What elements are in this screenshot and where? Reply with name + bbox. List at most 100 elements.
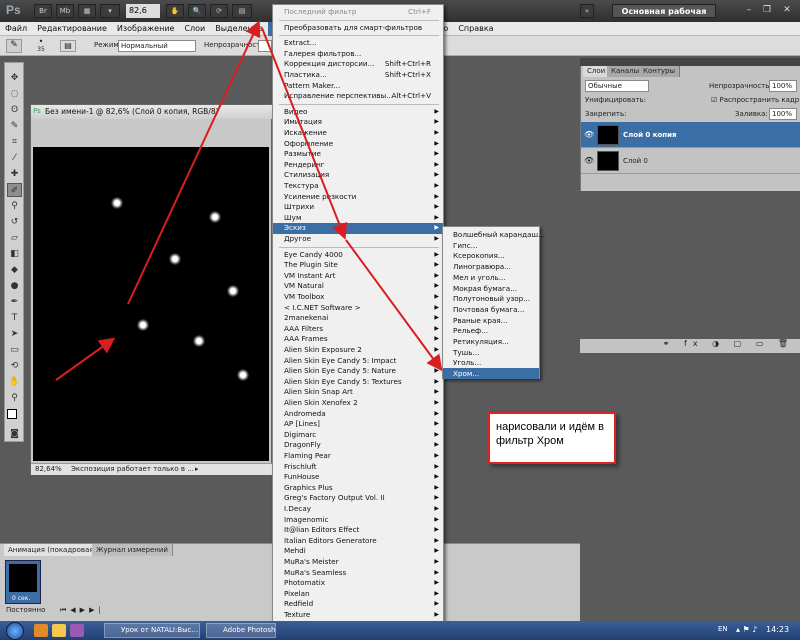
language-indicator[interactable]: EN	[718, 625, 728, 633]
sketch-submenu-item[interactable]: Рваные края...	[443, 315, 539, 326]
menu-2[interactable]: Изображение	[112, 22, 180, 36]
filter-menu-item[interactable]: Redfield ▶	[273, 599, 443, 610]
sketch-submenu-item[interactable]: Ксерокопия...	[443, 250, 539, 261]
filter-menu-item[interactable]: Graphics Plus ▶	[273, 483, 443, 494]
filter-menu-item[interactable]: Alien Skin Eye Candy 5: Impact ▶	[273, 356, 443, 367]
workspace-switcher-button[interactable]: Основная рабочая среда	[612, 4, 716, 30]
filter-menu-item[interactable]: Eye Candy 4000 ▶	[273, 250, 443, 261]
filter-menu-item[interactable]: 2manekenai ▶	[273, 313, 443, 324]
brush-size-picker[interactable]: • 35	[30, 38, 52, 54]
frame-delay[interactable]: 0 сек.	[12, 595, 30, 602]
path-selection-tool-icon[interactable]: ➤	[7, 327, 22, 341]
filter-menu-item[interactable]: Greg's Factory Output Vol. II ▶	[273, 493, 443, 504]
filter-menu-item[interactable]: Alien Skin Eye Candy 5: Textures ▶	[273, 377, 443, 388]
status-arrow-icon[interactable]: ▸	[195, 464, 199, 475]
filter-menu-item[interactable]: Extract...	[273, 38, 443, 49]
filter-menu-item[interactable]: Texture ▶	[273, 610, 443, 621]
filter-menu-item[interactable]: AAA Filters ▶	[273, 324, 443, 335]
eye-icon[interactable]: 👁	[584, 130, 594, 139]
filter-menu-item[interactable]: It@lian Editors Effect ▶	[273, 525, 443, 536]
filter-menu-item[interactable]: Imagenomic ▶	[273, 515, 443, 526]
layers-footer-icons[interactable]: ⚭ fx ◑ ▢ ▭ 🗑	[580, 339, 800, 353]
tab-animation[interactable]: Анимация (покадровая)	[4, 544, 102, 556]
status-info[interactable]: Экспозиция работает только в ...	[71, 464, 194, 475]
brush-preset-icon[interactable]: ✎	[6, 39, 22, 53]
filter-menu-item[interactable]: Пластика... Shift+Ctrl+X	[273, 70, 443, 81]
menu-4[interactable]: Выделение	[210, 22, 268, 36]
filter-menu-item[interactable]: Pattern Maker...	[273, 81, 443, 92]
filter-menu-item[interactable]: Шум ▶	[273, 213, 443, 224]
animation-frame[interactable]: 0 сек.	[5, 560, 41, 604]
filter-menu-item[interactable]: VM Toolbox ▶	[273, 292, 443, 303]
filter-menu-item[interactable]: < I.C.NET Software > ▶	[273, 303, 443, 314]
crop-tool-icon[interactable]: ⌗	[7, 135, 22, 149]
filter-menu-item[interactable]: The Plugin Site ▶	[273, 260, 443, 271]
dodge-tool-icon[interactable]: ●	[7, 279, 22, 293]
tab-paths[interactable]: Контуры	[639, 66, 681, 77]
filter-menu-item[interactable]: DragonFly ▶	[273, 440, 443, 451]
filter-menu-item[interactable]: Видео ▶	[273, 107, 443, 118]
sketch-submenu-item[interactable]: Уголь...	[443, 357, 539, 368]
brush-tool-icon[interactable]: ✐	[7, 183, 22, 197]
sketch-submenu-item[interactable]: Почтовая бумага...	[443, 304, 539, 315]
filter-menu-item[interactable]: Flaming Pear ▶	[273, 451, 443, 462]
filter-menu-item[interactable]: FunHouse ▶	[273, 472, 443, 483]
menu-1[interactable]: Редактирование	[32, 22, 112, 36]
pen-tool-icon[interactable]: ✒	[7, 295, 22, 309]
filter-menu-item[interactable]: Mehdi ▶	[273, 546, 443, 557]
sketch-submenu-item[interactable]: Волшебный карандаш...	[443, 229, 545, 240]
eye-icon[interactable]: 👁	[584, 156, 594, 165]
type-tool-icon[interactable]: T	[7, 311, 22, 325]
mode-select[interactable]: Нормальный	[118, 40, 196, 52]
media-icon[interactable]	[70, 624, 84, 637]
start-button[interactable]	[6, 622, 24, 640]
layer-name[interactable]: Слой 0 копия	[623, 131, 677, 139]
history-brush-tool-icon[interactable]: ↺	[7, 215, 22, 229]
clone-stamp-tool-icon[interactable]: ⚲	[7, 199, 22, 213]
folder-icon[interactable]	[52, 624, 66, 637]
eyedropper-tool-icon[interactable]: ⁄	[7, 151, 22, 165]
sketch-submenu-item[interactable]: Ретикуляция...	[443, 336, 539, 347]
filter-menu-item[interactable]: Alien Skin Xenofex 2 ▶	[273, 398, 443, 409]
layer-row[interactable]: 👁 Слой 0	[581, 148, 800, 174]
blur-tool-icon[interactable]: ◆	[7, 263, 22, 277]
fill-field[interactable]: 100%	[769, 108, 797, 120]
filter-menu-item[interactable]: Размытие ▶	[273, 149, 443, 160]
layer-row[interactable]: 👁 Слой 0 копия	[581, 122, 800, 148]
document-canvas[interactable]	[33, 147, 269, 461]
clock[interactable]: 14:23	[766, 625, 789, 634]
filter-menu-item[interactable]: Преобразовать для смарт-фильтров	[273, 23, 443, 34]
tab-measurement-log[interactable]: Журнал измерений	[92, 544, 173, 556]
sketch-submenu-item[interactable]: Мокрая бумага...	[443, 283, 539, 294]
document-title[interactable]: Без имени-1 @ 82,6% (Слой 0 копия, RGB/8…	[31, 105, 273, 119]
taskbar-browser-button[interactable]: Урок от NATALI:Выс...	[104, 623, 200, 638]
filter-menu-item[interactable]: AP [Lines] ▶	[273, 419, 443, 430]
filter-menu-item[interactable]: Photomatix ▶	[273, 578, 443, 589]
menu-0[interactable]: Файл	[0, 22, 32, 36]
filter-menu-item[interactable]: Alien Skin Eye Candy 5: Nature ▶	[273, 366, 443, 377]
status-zoom[interactable]: 82,64%	[35, 464, 62, 475]
filter-menu-item[interactable]: Стилизация ▶	[273, 170, 443, 181]
hand-tool-icon[interactable]: ✋	[7, 375, 22, 389]
filter-menu-item[interactable]: Digimarc ▶	[273, 430, 443, 441]
layer-name[interactable]: Слой 0	[623, 157, 648, 165]
sketch-submenu-item[interactable]: Линогравюра...	[443, 261, 539, 272]
ie-icon[interactable]	[34, 624, 48, 637]
loop-select[interactable]: Постоянно	[6, 606, 45, 614]
filter-menu-item[interactable]: Эскиз ▶	[273, 223, 443, 234]
3d-rotate-tool-icon[interactable]: ⟲	[7, 359, 22, 373]
sketch-submenu-item[interactable]: Мел и уголь...	[443, 272, 539, 283]
filter-menu-item[interactable]: Frischluft ▶	[273, 462, 443, 473]
filter-menu-item[interactable]: Имитация ▶	[273, 117, 443, 128]
layer-opacity-field[interactable]: 100%	[769, 80, 797, 92]
minibridge-button[interactable]: Mb	[56, 4, 74, 18]
lasso-tool-icon[interactable]: ʘ	[7, 103, 22, 117]
filter-menu-item[interactable]: Исправление перспективы... Alt+Ctrl+V	[273, 91, 443, 102]
arrange-documents-button[interactable]: ▤	[232, 4, 252, 18]
filter-menu-item[interactable]: Текстура ▶	[273, 181, 443, 192]
foreground-color-swatch[interactable]	[7, 409, 17, 419]
filter-menu-item[interactable]: Рендеринг ▶	[273, 160, 443, 171]
quick-selection-tool-icon[interactable]: ✎	[7, 119, 22, 133]
filter-menu-item[interactable]: VM Natural ▶	[273, 281, 443, 292]
healing-brush-tool-icon[interactable]: ✚	[7, 167, 22, 181]
